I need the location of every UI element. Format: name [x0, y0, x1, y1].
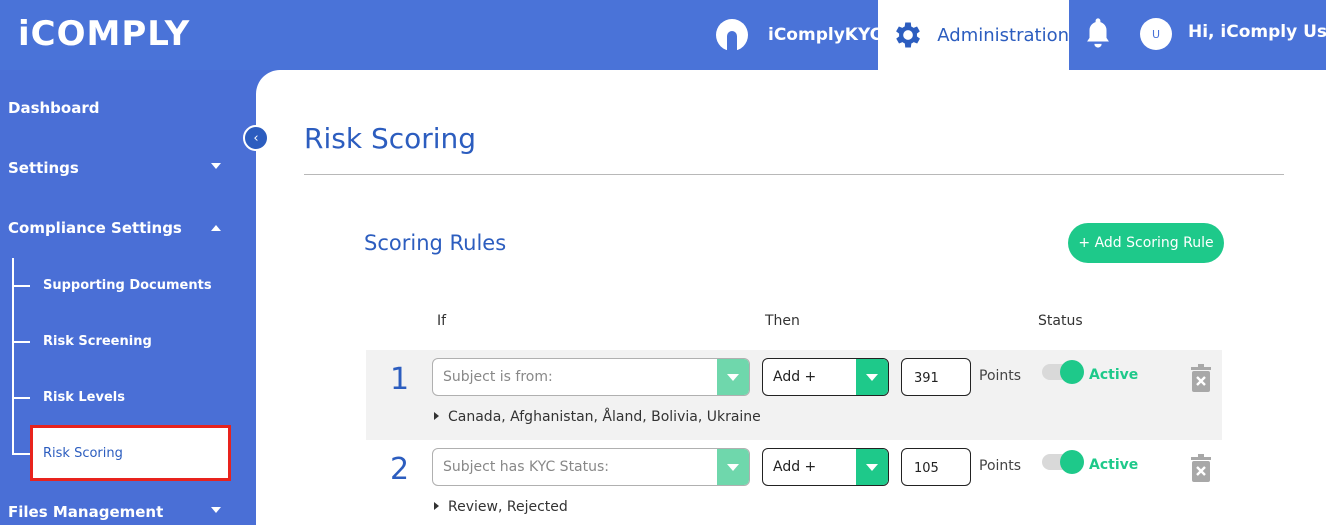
kyc-label: iComplyKYC: [768, 25, 883, 45]
points-input[interactable]: 105: [901, 448, 971, 486]
trash-icon[interactable]: [1189, 364, 1213, 392]
administration-tab[interactable]: Administration: [878, 0, 1069, 70]
tree-line: [12, 258, 14, 454]
chevron-down-icon[interactable]: [856, 359, 888, 395]
scoring-rule-row: 2 Subject has KYC Status: Add + 105 Poin…: [366, 440, 1222, 525]
avatar[interactable]: U: [1140, 18, 1172, 50]
sidebar: Dashboard Settings Compliance Settings S…: [0, 70, 256, 525]
top-bar: iCOMPLY iComplyKYC Administration U Hi, …: [0, 0, 1326, 70]
trash-icon[interactable]: [1189, 454, 1213, 482]
condition-select[interactable]: Subject is from:: [432, 358, 750, 396]
operator-value: Add +: [773, 459, 817, 475]
points-input[interactable]: 391: [901, 358, 971, 396]
condition-select[interactable]: Subject has KYC Status:: [432, 448, 750, 486]
sidebar-item-compliance-settings[interactable]: Compliance Settings: [8, 219, 182, 237]
condition-summary[interactable]: Review, Rejected: [434, 499, 568, 515]
chevron-down-icon[interactable]: [211, 163, 221, 169]
sidebar-item-risk-levels[interactable]: Risk Levels: [43, 390, 125, 405]
condition-placeholder: Subject is from:: [443, 369, 553, 385]
condition-placeholder: Subject has KYC Status:: [443, 459, 610, 475]
status-label: Active: [1089, 457, 1139, 473]
logo[interactable]: iCOMPLY: [18, 14, 190, 54]
collapse-sidebar-button[interactable]: ‹: [243, 125, 269, 151]
tree-branch: [12, 397, 30, 399]
tree-branch: [12, 341, 30, 343]
add-scoring-rule-button[interactable]: + Add Scoring Rule: [1068, 223, 1224, 263]
status-label: Active: [1089, 367, 1139, 383]
sidebar-item-risk-screening[interactable]: Risk Screening: [43, 334, 152, 349]
chevron-up-icon[interactable]: [211, 225, 221, 231]
status-toggle[interactable]: [1042, 450, 1084, 474]
sidebar-item-dashboard[interactable]: Dashboard: [8, 99, 99, 117]
column-header-status: Status: [1038, 313, 1083, 329]
rule-number: 1: [390, 362, 410, 397]
divider: [304, 174, 1284, 175]
bell-icon[interactable]: [1083, 16, 1113, 50]
kyc-app-link[interactable]: iComplyKYC: [716, 16, 882, 54]
sidebar-item-label: Risk Scoring: [43, 446, 123, 461]
chevron-down-icon[interactable]: [211, 507, 221, 513]
chevron-down-icon[interactable]: [717, 359, 749, 395]
main-content: Risk Scoring Scoring Rules + Add Scoring…: [256, 70, 1326, 525]
toggle-knob: [1060, 450, 1084, 474]
column-header-if: If: [437, 313, 447, 329]
status-toggle[interactable]: [1042, 360, 1084, 384]
tree-branch: [12, 285, 30, 287]
user-greeting[interactable]: Hi, iComply User: [1188, 22, 1326, 42]
operator-select[interactable]: Add +: [762, 358, 889, 396]
sidebar-item-supporting-documents[interactable]: Supporting Documents: [43, 278, 212, 293]
points-label: Points: [979, 458, 1022, 474]
kyc-icon: [716, 19, 748, 51]
sidebar-item-settings[interactable]: Settings: [8, 159, 79, 177]
gear-icon: [896, 22, 920, 48]
section-title: Scoring Rules: [364, 231, 507, 255]
rule-number: 2: [390, 452, 410, 487]
condition-summary[interactable]: Canada, Afghanistan, Åland, Bolivia, Ukr…: [434, 409, 761, 425]
scoring-rule-row: 1 Subject is from: Add + 391 Points Acti…: [366, 350, 1222, 440]
chevron-down-icon[interactable]: [717, 449, 749, 485]
chevron-down-icon[interactable]: [856, 449, 888, 485]
tree-branch: [12, 453, 30, 455]
sidebar-item-files-management[interactable]: Files Management: [8, 503, 163, 521]
sidebar-item-risk-scoring[interactable]: Risk Scoring: [30, 425, 231, 481]
points-label: Points: [979, 368, 1022, 384]
page-title: Risk Scoring: [304, 122, 477, 155]
operator-value: Add +: [773, 369, 817, 385]
administration-label: Administration: [937, 24, 1069, 46]
operator-select[interactable]: Add +: [762, 448, 889, 486]
toggle-knob: [1060, 360, 1084, 384]
column-header-then: Then: [765, 313, 800, 329]
